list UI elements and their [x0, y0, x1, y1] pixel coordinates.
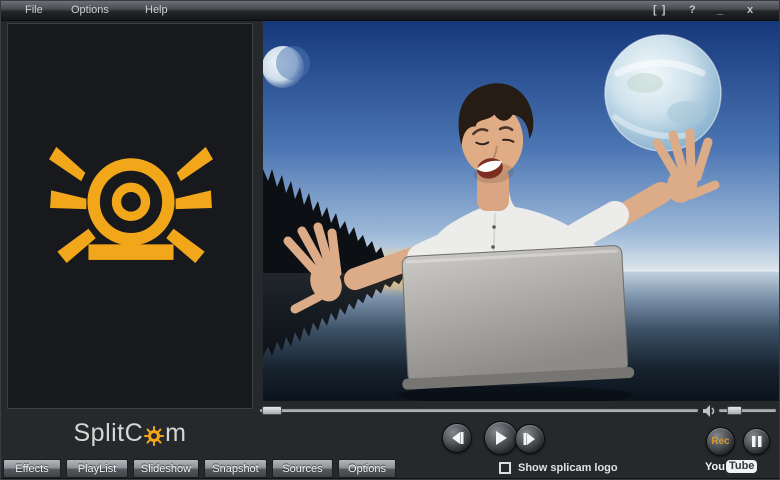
- youtube-tube-text: Tube: [725, 460, 758, 473]
- close-button[interactable]: x: [747, 4, 754, 16]
- tab-effects[interactable]: Effects: [3, 459, 61, 478]
- splitcam-logo: SplitC m: [7, 413, 253, 453]
- tab-playlist[interactable]: PlayList: [66, 459, 128, 478]
- next-button[interactable]: [515, 424, 545, 454]
- youtube-logo[interactable]: You Tube: [705, 460, 758, 473]
- seek-bar[interactable]: [259, 408, 699, 413]
- pause-icon: [751, 436, 761, 447]
- window-help-button[interactable]: ?: [689, 4, 697, 16]
- tab-slideshow[interactable]: Slideshow: [133, 459, 199, 478]
- play-button[interactable]: [484, 421, 518, 455]
- volume-handle[interactable]: [727, 406, 742, 415]
- show-logo-label: Show splicam logo: [518, 462, 618, 474]
- menu-options[interactable]: Options: [67, 4, 113, 16]
- pause-button[interactable]: [743, 428, 770, 455]
- menu-help[interactable]: Help: [141, 4, 172, 16]
- logo-text-after: m: [165, 418, 187, 447]
- logo-text-before: SplitC: [73, 418, 144, 447]
- fullscreen-button[interactable]: [ ]: [653, 4, 666, 16]
- previous-button[interactable]: [442, 423, 472, 453]
- secondary-preview-panel: [7, 23, 253, 409]
- sun-icon: [144, 426, 165, 446]
- minimize-button[interactable]: _: [717, 4, 724, 16]
- tab-sources[interactable]: Sources: [272, 459, 333, 478]
- webcam-rays-icon: [48, 139, 214, 275]
- tab-options[interactable]: Options: [338, 459, 396, 478]
- prev-track-icon: [452, 432, 464, 444]
- youtube-you-text: You: [705, 460, 725, 473]
- next-track-icon: [523, 433, 535, 445]
- record-button[interactable]: Rec: [706, 427, 735, 456]
- tab-bar: Effects PlayList Slideshow Snapshot Sour…: [3, 459, 396, 478]
- play-icon: [496, 431, 507, 445]
- show-logo-checkbox[interactable]: [499, 462, 511, 474]
- menu-bar: File Options Help [ ] ? _ x: [1, 1, 779, 21]
- tab-snapshot[interactable]: Snapshot: [204, 459, 267, 478]
- speaker-icon: [703, 404, 716, 417]
- seek-handle[interactable]: [262, 406, 282, 415]
- menu-file[interactable]: File: [21, 4, 47, 16]
- video-preview[interactable]: [262, 21, 779, 404]
- splitcam-window: File Options Help [ ] ? _ x Rec SplitC m…: [0, 0, 780, 480]
